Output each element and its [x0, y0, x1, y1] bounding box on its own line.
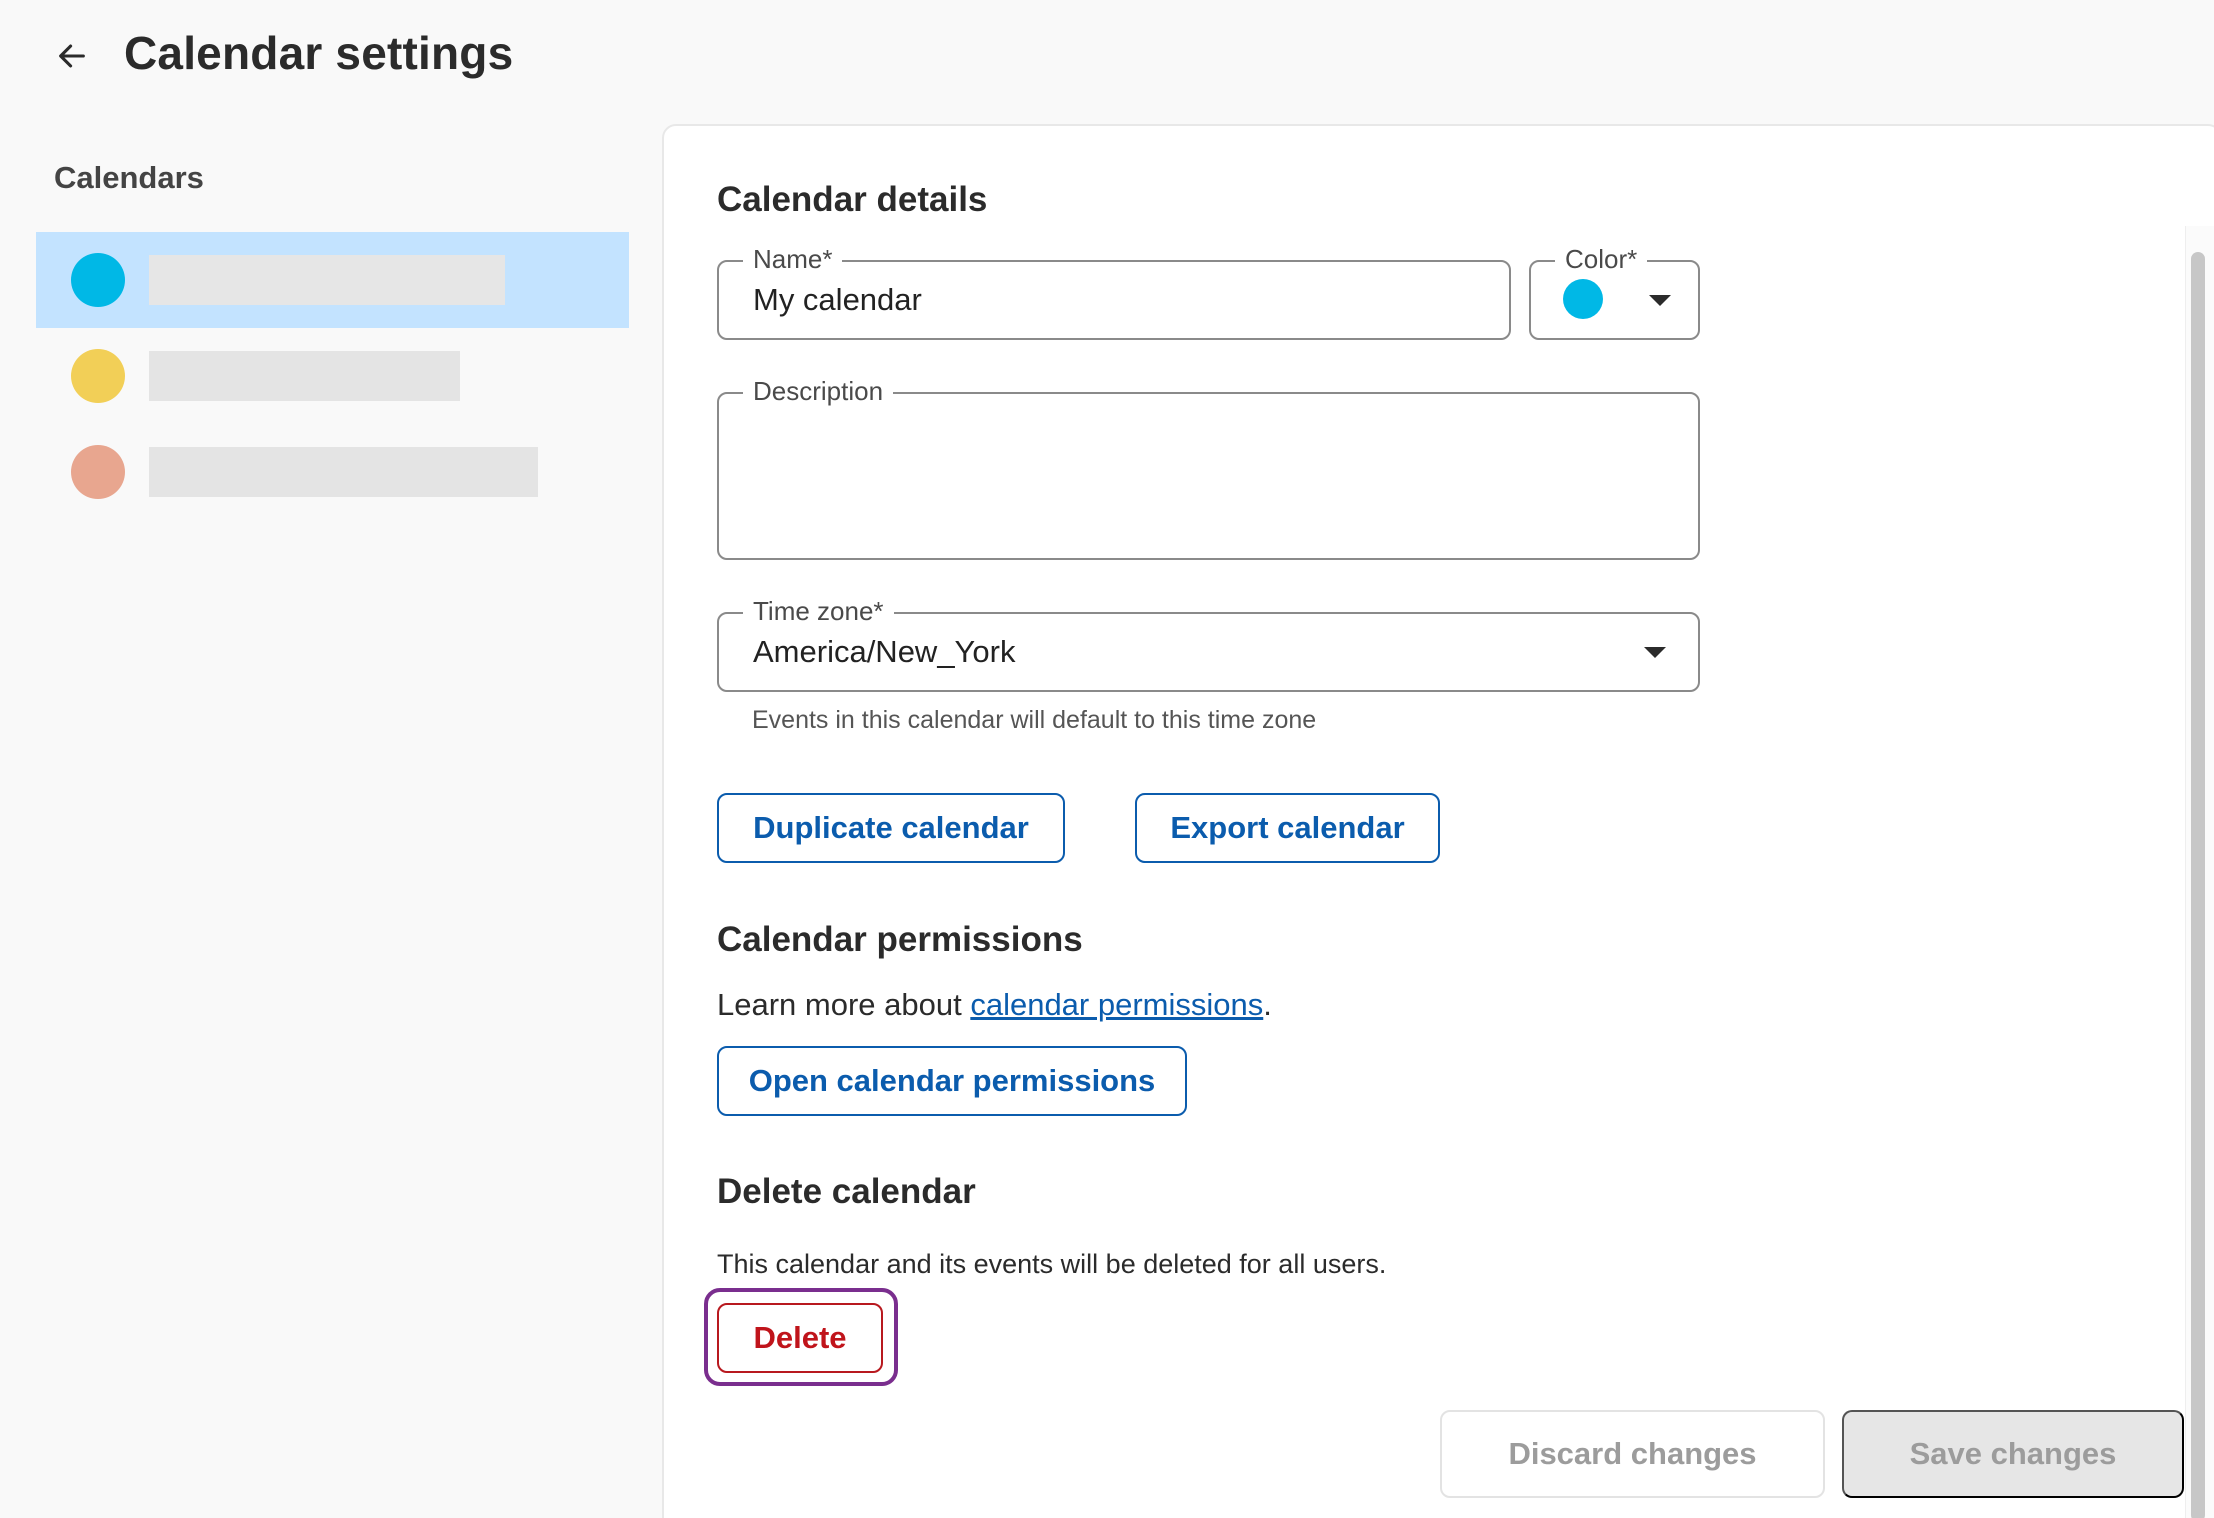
calendar-name-placeholder [149, 255, 505, 305]
timezone-helper-text: Events in this calendar will default to … [752, 706, 1317, 734]
export-calendar-button[interactable]: Export calendar [1135, 793, 1440, 863]
calendar-name-placeholder [149, 351, 460, 401]
permissions-help-text: Learn more about calendar permissions. [717, 987, 1272, 1022]
color-select[interactable]: Color* [1529, 242, 1700, 340]
calendar-details-title: Calendar details [717, 180, 988, 219]
sidebar-heading: Calendars [54, 160, 204, 195]
open-calendar-permissions-button[interactable]: Open calendar permissions [717, 1046, 1187, 1116]
calendar-list [36, 232, 629, 520]
color-swatch [1563, 279, 1603, 319]
save-changes-button[interactable]: Save changes [1842, 1410, 2184, 1498]
calendar-list-item[interactable] [36, 424, 629, 520]
discard-changes-button[interactable]: Discard changes [1440, 1410, 1825, 1498]
calendar-list-item[interactable] [36, 328, 629, 424]
timezone-select[interactable]: Time zone* America/New_York [717, 594, 1700, 692]
calendar-permissions-link[interactable]: calendar permissions [970, 987, 1263, 1022]
back-button[interactable] [40, 28, 104, 84]
calendar-settings-page: Calendar settings Calendars Calendar det… [0, 0, 2214, 1518]
arrow-left-icon [59, 44, 85, 68]
color-field-label: Color* [1555, 242, 1648, 276]
calendar-list-item[interactable] [36, 232, 629, 328]
calendar-color-dot [71, 445, 125, 499]
delete-calendar-title: Delete calendar [717, 1172, 976, 1211]
name-input-value[interactable]: My calendar [753, 282, 922, 318]
name-field[interactable]: Name* My calendar [717, 242, 1511, 340]
duplicate-calendar-button[interactable]: Duplicate calendar [717, 793, 1065, 863]
caret-down-icon [1649, 295, 1671, 306]
page-title: Calendar settings [124, 27, 514, 79]
calendar-name-placeholder [149, 447, 538, 497]
description-field[interactable]: Description [717, 374, 1700, 560]
caret-down-icon [1644, 647, 1666, 658]
timezone-field-label: Time zone* [743, 594, 894, 628]
timezone-value: America/New_York [753, 634, 1016, 669]
calendar-permissions-title: Calendar permissions [717, 920, 1083, 959]
calendar-color-dot [71, 349, 125, 403]
scrollbar-thumb[interactable] [2191, 252, 2205, 1518]
calendar-color-dot [71, 253, 125, 307]
scrollbar[interactable] [2185, 226, 2214, 1518]
description-field-label: Description [743, 374, 894, 408]
delete-calendar-button[interactable]: Delete [717, 1303, 883, 1373]
delete-calendar-description: This calendar and its events will be del… [717, 1249, 1387, 1279]
name-field-label: Name* [743, 242, 843, 276]
